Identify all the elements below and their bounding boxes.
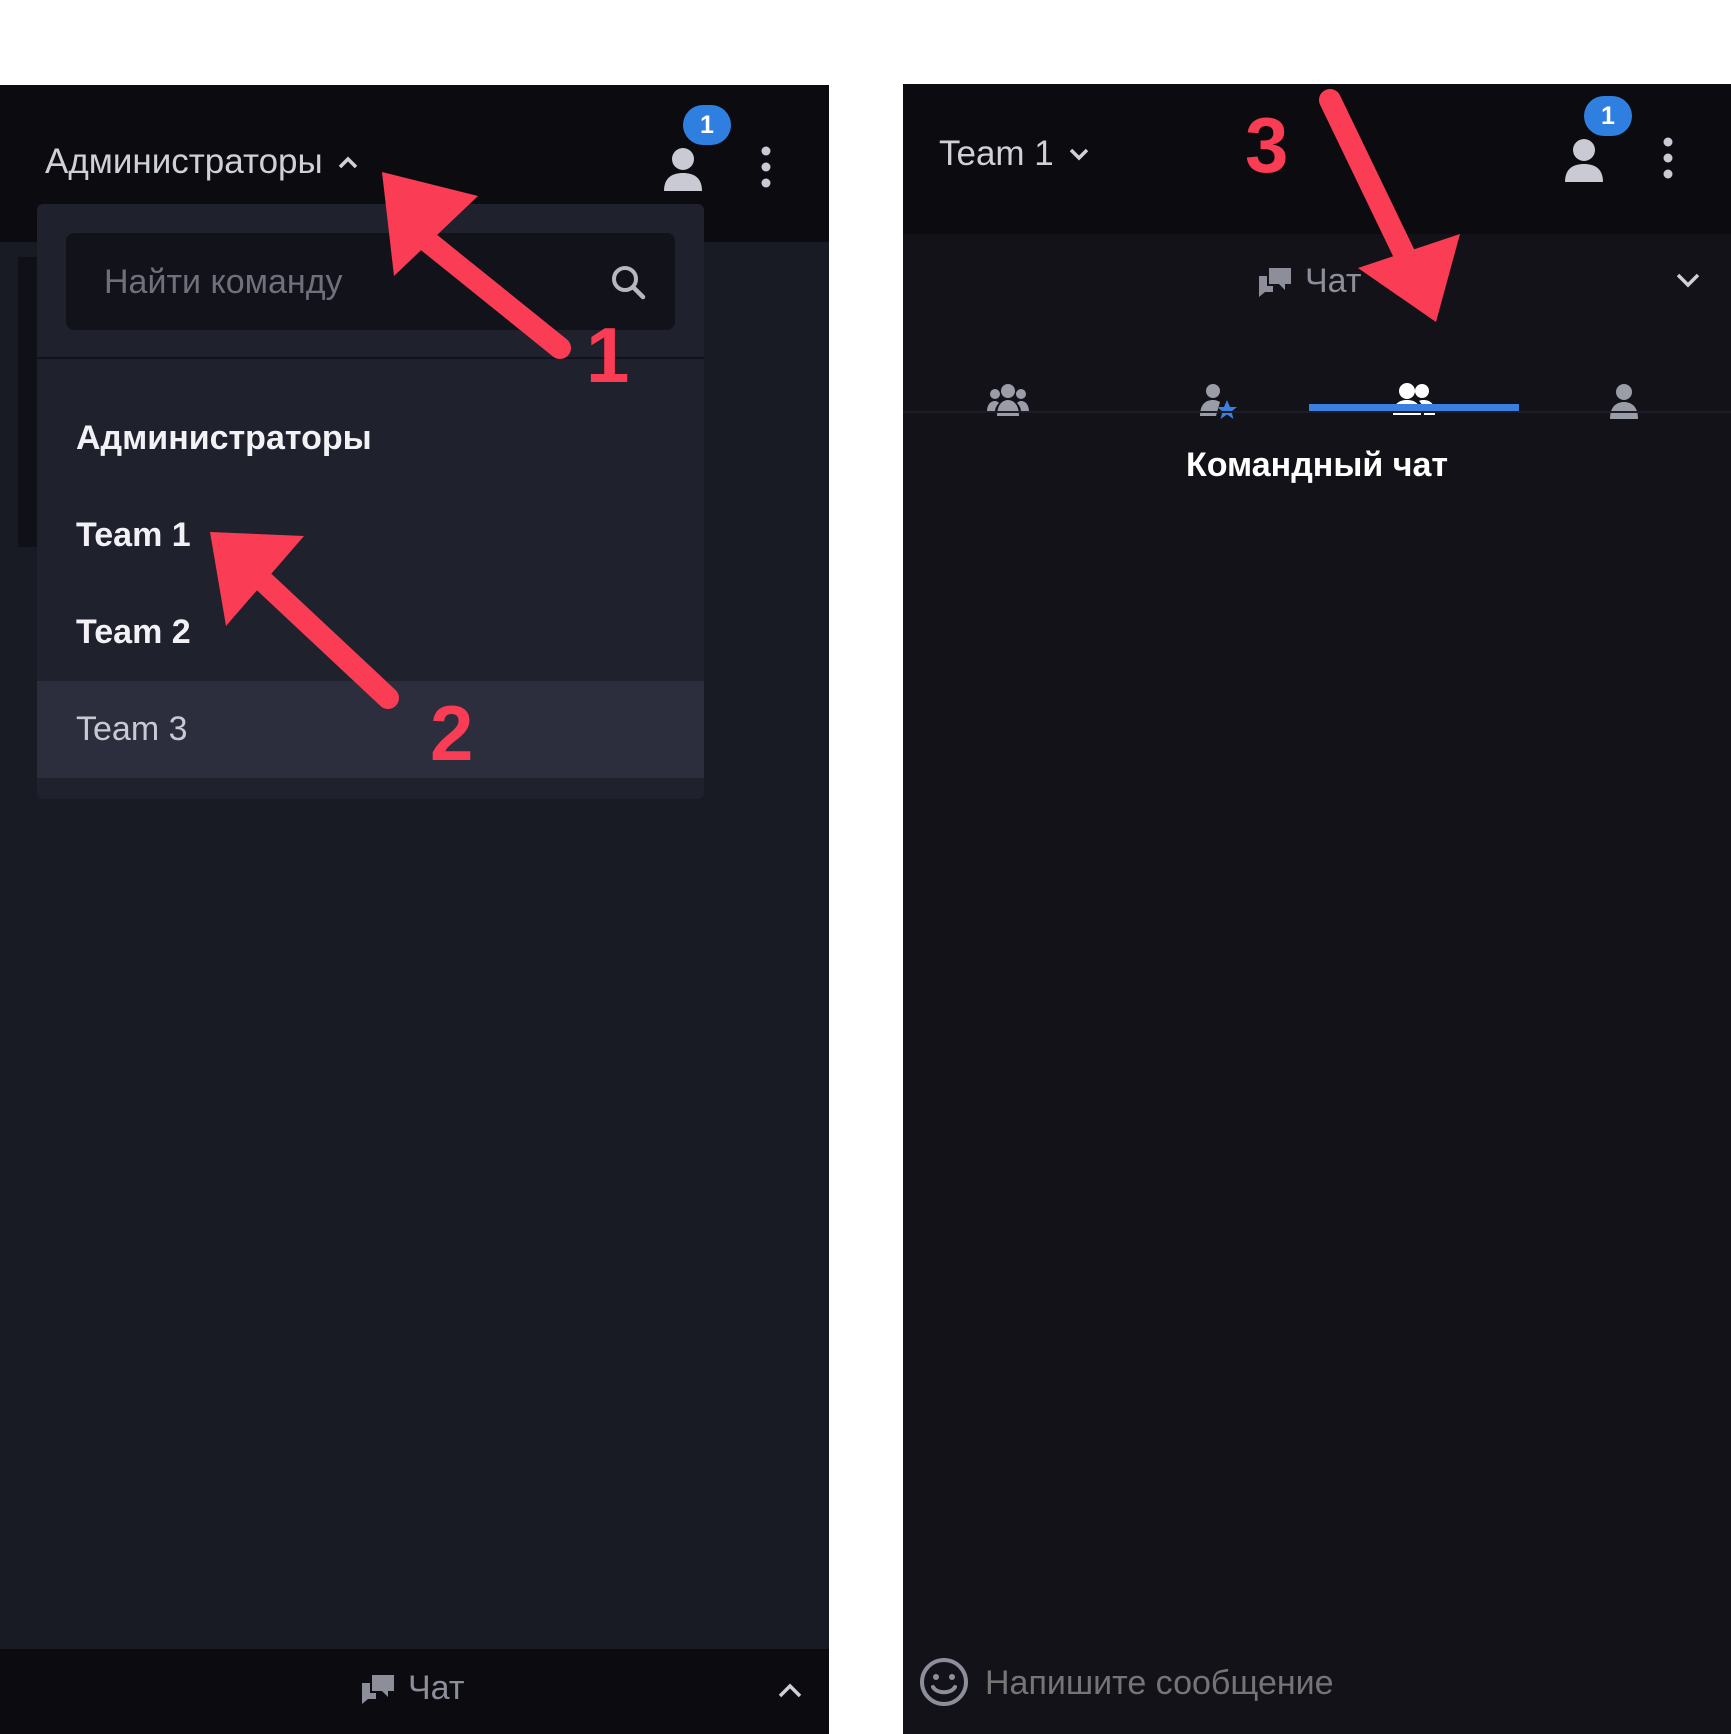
annotation-arrows — [210, 89, 1460, 709]
annotation-arrow-2 — [210, 532, 399, 709]
annotation-label-1: 1 — [586, 311, 630, 399]
annotation-label-3: 3 — [1245, 101, 1289, 189]
annotation-arrow-3 — [1319, 89, 1460, 322]
annotation-arrow-1 — [382, 172, 571, 359]
annotation-label-2: 2 — [430, 689, 474, 777]
